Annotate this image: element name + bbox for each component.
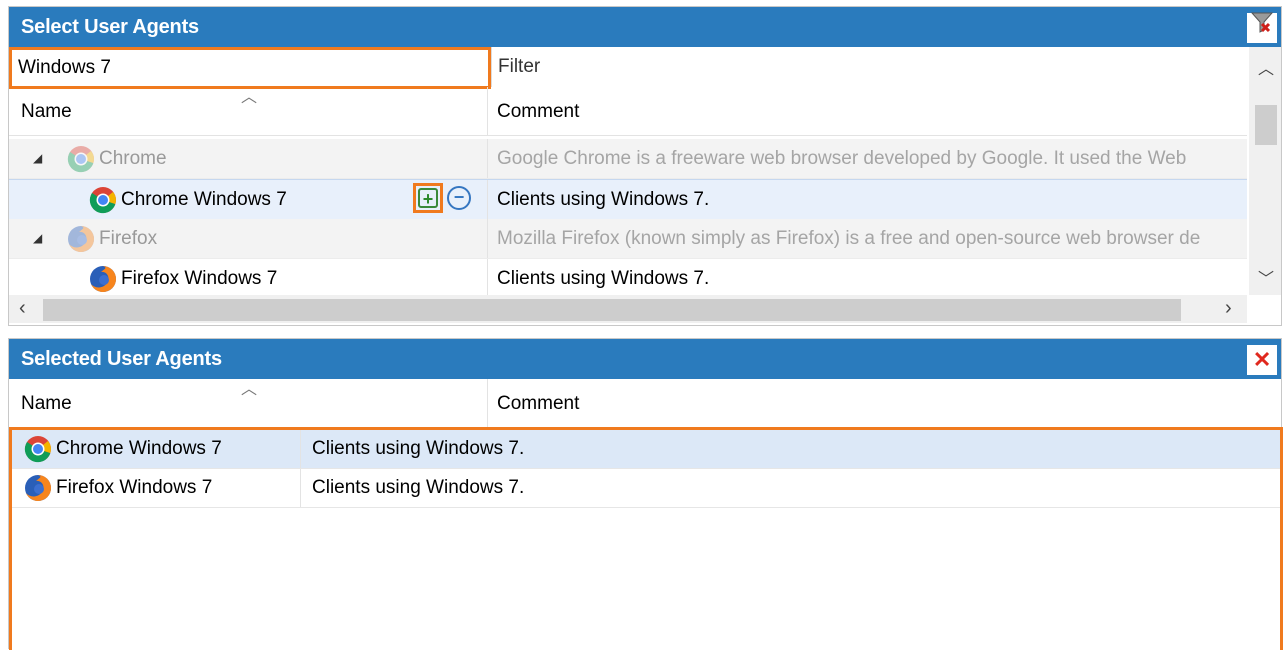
column-divider bbox=[300, 430, 301, 468]
vertical-scrollbar[interactable]: ︿ ﹀ bbox=[1249, 47, 1281, 295]
item-name: Firefox Windows 7 bbox=[56, 477, 213, 498]
comment-column-header[interactable]: Comment bbox=[497, 101, 579, 123]
comment-column-header[interactable]: Comment bbox=[497, 393, 579, 415]
scroll-down-icon[interactable]: ﹀ bbox=[1258, 265, 1274, 289]
filter-row: Windows 7 Filter bbox=[9, 47, 1247, 89]
clear-filter-icon bbox=[1250, 8, 1274, 48]
column-divider[interactable] bbox=[487, 379, 488, 427]
item-name: Firefox Windows 7 bbox=[121, 268, 278, 289]
collapse-triangle-icon[interactable]: ◢ bbox=[33, 139, 47, 178]
list-item[interactable]: Chrome Windows 7 Clients using Windows 7… bbox=[12, 430, 1280, 469]
column-divider[interactable] bbox=[487, 87, 488, 135]
tree-group-row[interactable]: ◢ Firefox Mozilla Firefox (known simply … bbox=[9, 219, 1247, 259]
group-name: Firefox bbox=[99, 228, 158, 249]
sort-ascending-icon: ︿ bbox=[241, 89, 258, 106]
column-divider bbox=[487, 180, 488, 219]
plus-icon: + bbox=[418, 188, 438, 208]
column-divider bbox=[300, 469, 301, 507]
scroll-left-icon[interactable]: ‹ bbox=[19, 297, 26, 320]
firefox-icon bbox=[67, 225, 95, 253]
row-action-buttons: + − bbox=[413, 181, 483, 215]
tree-item-row[interactable]: Chrome Windows 7 + − Clients using Windo… bbox=[9, 179, 1247, 220]
name-column-header[interactable]: Name bbox=[21, 101, 72, 123]
chrome-icon bbox=[67, 145, 95, 173]
item-name: Chrome Windows 7 bbox=[121, 189, 287, 210]
name-column-header[interactable]: Name bbox=[21, 393, 72, 415]
add-button[interactable]: + bbox=[413, 183, 443, 213]
item-name: Chrome Windows 7 bbox=[56, 438, 222, 459]
chrome-icon bbox=[89, 186, 117, 214]
scrollbar-thumb[interactable] bbox=[1255, 105, 1277, 145]
firefox-icon bbox=[24, 474, 52, 502]
tree-group-row[interactable]: ◢ Chrome Google Chrome is a freeware web… bbox=[9, 139, 1247, 179]
minus-icon[interactable]: − bbox=[447, 186, 471, 210]
panel-title: Select User Agents bbox=[21, 16, 199, 38]
sort-ascending-icon: ︿ bbox=[241, 381, 258, 398]
group-name: Chrome bbox=[99, 148, 167, 169]
chrome-icon bbox=[24, 435, 52, 463]
horizontal-scrollbar[interactable]: ‹ › bbox=[9, 295, 1247, 323]
selected-agents-list[interactable]: Chrome Windows 7 Clients using Windows 7… bbox=[9, 427, 1283, 650]
scrollbar-thumb[interactable] bbox=[43, 299, 1181, 321]
clear-filter-button[interactable] bbox=[1247, 12, 1277, 43]
comment-filter-input[interactable]: Filter bbox=[491, 47, 1247, 87]
scroll-up-icon[interactable]: ︿ bbox=[1258, 55, 1274, 79]
group-comment: Google Chrome is a freeware web browser … bbox=[497, 148, 1187, 169]
collapse-triangle-icon[interactable]: ◢ bbox=[33, 219, 47, 258]
panel-title-bar: Select User Agents bbox=[9, 7, 1281, 47]
clear-selection-button[interactable]: ✕ bbox=[1247, 345, 1277, 375]
group-comment: Mozilla Firefox (known simply as Firefox… bbox=[497, 228, 1201, 249]
selected-user-agents-panel: Selected User Agents ✕ ︿ Name Comment Ch… bbox=[8, 338, 1283, 650]
item-comment: Clients using Windows 7. bbox=[497, 189, 710, 210]
close-icon: ✕ bbox=[1247, 345, 1277, 375]
column-header: ︿ Name Comment bbox=[9, 379, 1277, 428]
select-user-agents-panel: Select User Agents Windows 7 Filter ︿ Na… bbox=[8, 6, 1282, 326]
panel-title-bar: Selected User Agents ✕ bbox=[9, 339, 1281, 379]
firefox-icon bbox=[89, 265, 117, 293]
column-divider bbox=[487, 259, 488, 298]
item-comment: Clients using Windows 7. bbox=[497, 268, 710, 289]
item-comment: Clients using Windows 7. bbox=[312, 438, 525, 459]
column-divider bbox=[487, 219, 488, 258]
tree-item-row[interactable]: Firefox Windows 7 Clients using Windows … bbox=[9, 259, 1247, 299]
column-divider bbox=[487, 139, 488, 178]
item-comment: Clients using Windows 7. bbox=[312, 477, 525, 498]
scroll-right-icon[interactable]: › bbox=[1225, 297, 1232, 320]
column-header: ︿ Name Comment bbox=[9, 87, 1247, 136]
panel-title: Selected User Agents bbox=[21, 348, 222, 370]
list-item[interactable]: Firefox Windows 7 Clients using Windows … bbox=[12, 469, 1280, 508]
